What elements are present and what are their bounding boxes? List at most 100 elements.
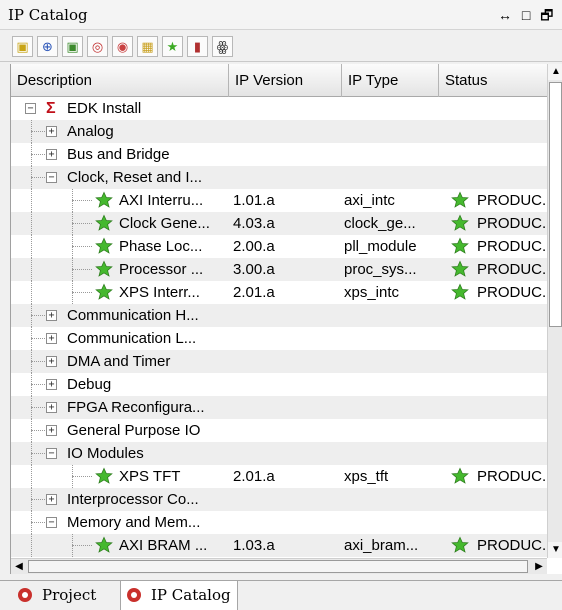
toolbar: ▣ ⊕ ▣ ◎ ◉ ▦ ★ ▮ ꙮ [0, 30, 562, 62]
expand-toggle-icon[interactable]: + [46, 425, 57, 436]
scroll-down-arrow-icon[interactable]: ▼ [548, 542, 562, 558]
tab-project[interactable]: Project [12, 581, 120, 610]
ip-catalog-tab-icon [127, 588, 141, 602]
tree-branch-line [72, 476, 92, 477]
ip-catalog-table: Description IP Version IP Type Status − Σ… [10, 64, 562, 574]
ip-row[interactable]: Processor ... 3.00.a proc_sys... PRODUC. [11, 258, 547, 281]
scroll-up-arrow-icon[interactable]: ▲ [548, 64, 562, 80]
expand-toggle-icon[interactable]: + [46, 149, 57, 160]
tree-branch-line [31, 131, 47, 132]
category-row[interactable]: + Bus and Bridge [11, 143, 547, 166]
status-text: PRODUC. [477, 537, 547, 554]
ip-version-cell: 3.00.a [233, 261, 275, 278]
toolbar-button-7[interactable]: ★ [162, 36, 183, 57]
status-text: PRODUC. [477, 192, 547, 209]
ip-row[interactable]: AXI Interru... 1.01.a axi_intc PRODUC. [11, 189, 547, 212]
star-icon [95, 237, 113, 254]
root-row[interactable]: − Σ EDK Install [11, 97, 547, 120]
ip-row[interactable]: Phase Loc... 2.00.a pll_module PRODUC. [11, 235, 547, 258]
category-row[interactable]: + FPGA Reconfigura... [11, 396, 547, 419]
collapse-toggle-icon[interactable]: − [46, 517, 57, 528]
toolbar-button-3[interactable]: ▣ [62, 36, 83, 57]
expand-toggle-icon[interactable]: + [46, 356, 57, 367]
status-star-icon [451, 283, 469, 300]
category-row[interactable]: − IO Modules [11, 442, 547, 465]
vertical-scroll-thumb[interactable] [549, 82, 562, 327]
toolbar-button-6[interactable]: ▦ [137, 36, 158, 57]
tab-bar: Project IP Catalog [0, 580, 562, 610]
expand-toggle-icon[interactable]: + [46, 333, 57, 344]
horizontal-scrollbar[interactable]: ◀ ▶ [11, 558, 547, 574]
toolbar-button-9[interactable]: ꙮ [212, 36, 233, 57]
tree-branch-line [31, 338, 47, 339]
category-row[interactable]: − Clock, Reset and I... [11, 166, 547, 189]
ip-type-cell: xps_intc [344, 284, 400, 301]
collapse-toggle-icon[interactable]: − [25, 103, 36, 114]
horizontal-scroll-thumb[interactable] [28, 560, 528, 573]
ip-row[interactable]: Clock Gene... 4.03.a clock_ge... PRODUC. [11, 212, 547, 235]
ip-version-cell: 1.03.a [233, 537, 275, 554]
ip-row[interactable]: AXI BRAM ... 1.03.a axi_bram... PRODUC. [11, 534, 547, 557]
tree-branch-line [31, 453, 47, 454]
scroll-right-arrow-icon[interactable]: ▶ [531, 559, 547, 574]
expand-toggle-icon[interactable]: + [46, 402, 57, 413]
toolbar-button-2[interactable]: ⊕ [37, 36, 58, 57]
column-header-ip-version[interactable]: IP Version [229, 64, 342, 97]
toolbar-button-5[interactable]: ◉ [112, 36, 133, 57]
add-ip-icon: ▣ [66, 39, 79, 54]
tree-label: XPS TFT [119, 468, 181, 485]
column-header-description[interactable]: Description [11, 64, 229, 97]
ip-version-cell: 4.03.a [233, 215, 275, 232]
tree-label: Processor ... [119, 261, 204, 278]
category-row[interactable]: − Memory and Mem... [11, 511, 547, 534]
expand-toggle-icon[interactable]: + [46, 126, 57, 137]
category-row[interactable]: + Communication H... [11, 304, 547, 327]
category-row[interactable]: + DMA and Timer [11, 350, 547, 373]
toolbar-button-4[interactable]: ◎ [87, 36, 108, 57]
status-cell: PRODUC. [439, 235, 547, 258]
category-row[interactable]: + Debug [11, 373, 547, 396]
category-row[interactable]: + General Purpose IO [11, 419, 547, 442]
ip-type-cell: axi_intc [344, 192, 395, 209]
ip-version-cell: 2.00.a [233, 238, 275, 255]
tree-label: DMA and Timer [67, 353, 171, 370]
status-star-icon [451, 214, 469, 231]
category-row[interactable]: + Communication L... [11, 327, 547, 350]
tree-branch-line [31, 177, 47, 178]
ip-row[interactable]: XPS TFT 2.01.a xps_tft PRODUC. [11, 465, 547, 488]
tree-branch-line [31, 499, 47, 500]
collapse-toggle-icon[interactable]: − [46, 448, 57, 459]
column-header-status[interactable]: Status [439, 64, 547, 97]
toolbar-button-1[interactable]: ▣ [12, 36, 33, 57]
expand-toggle-icon[interactable]: + [46, 310, 57, 321]
expand-toggle-icon[interactable]: + [46, 494, 57, 505]
status-text: PRODUC. [477, 468, 547, 485]
ip-row[interactable]: XPS Interr... 2.01.a xps_intc PRODUC. [11, 281, 547, 304]
status-star-icon [451, 536, 469, 553]
category-row[interactable]: + Interprocessor Co... [11, 488, 547, 511]
toolbar-button-8[interactable]: ▮ [187, 36, 208, 57]
star-icon [95, 283, 113, 300]
tree-label: Debug [67, 376, 112, 393]
status-cell: PRODUC. [439, 281, 547, 304]
tree-branch-line [31, 154, 47, 155]
tree-branch-line [72, 200, 92, 201]
collapse-toggle-icon[interactable]: − [46, 172, 57, 183]
ip-version-cell: 2.01.a [233, 284, 275, 301]
tab-ip-catalog[interactable]: IP Catalog [120, 581, 238, 610]
tree-branch-line [72, 223, 92, 224]
status-star-icon [451, 191, 469, 208]
status-star-icon [451, 260, 469, 277]
column-header-ip-type[interactable]: IP Type [342, 64, 439, 97]
window-controls[interactable]: ↔ □ 🗗 × [498, 5, 560, 29]
category-row[interactable]: + Analog [11, 120, 547, 143]
vertical-scrollbar[interactable]: ▲ ▼ [547, 64, 562, 558]
expand-toggle-icon[interactable]: + [46, 379, 57, 390]
status-cell: PRODUC. [439, 465, 547, 488]
tree-guide-line [31, 534, 32, 557]
tree-label: AXI Interru... [119, 192, 204, 209]
tree-label: Phase Loc... [119, 238, 203, 255]
scroll-left-arrow-icon[interactable]: ◀ [11, 559, 27, 574]
tree-guide-line [31, 465, 32, 488]
tree-branch-line [31, 315, 47, 316]
